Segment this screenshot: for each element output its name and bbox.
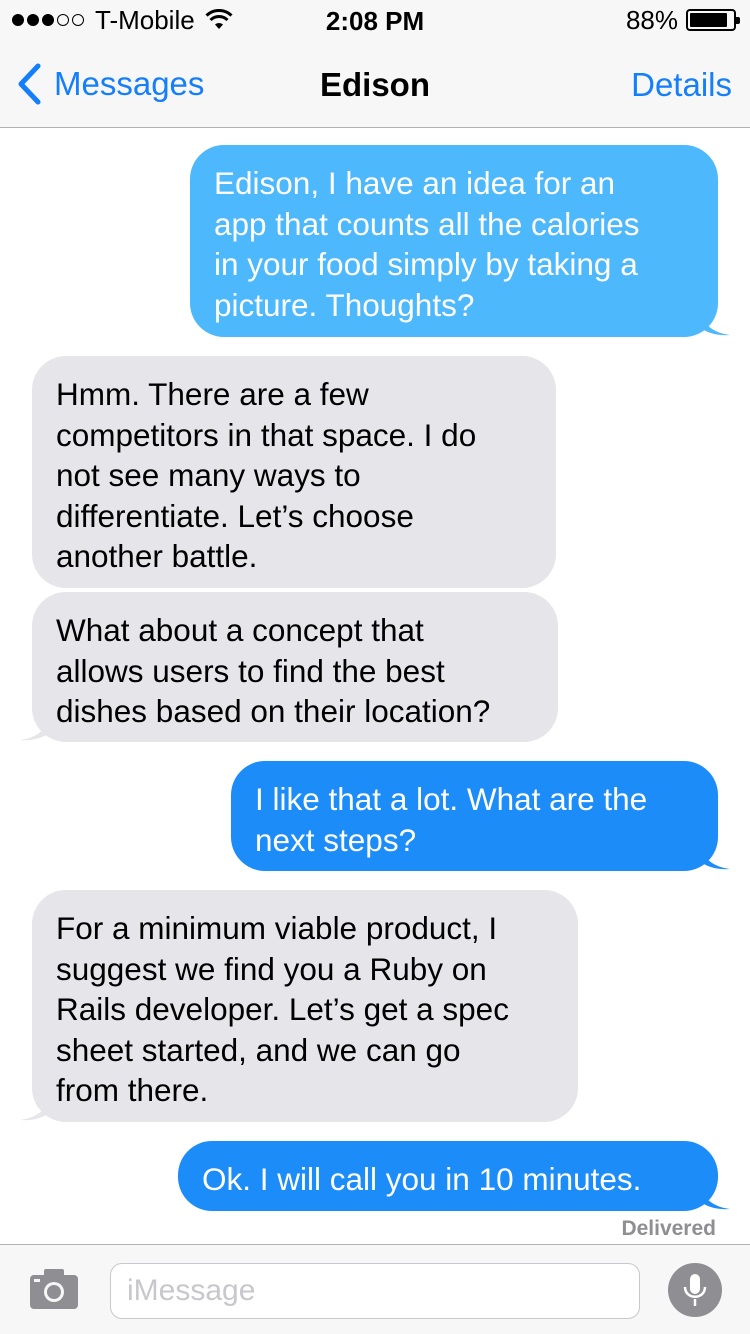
message-input[interactable]: [110, 1263, 640, 1319]
navigation-bar: Messages Edison Details: [0, 40, 750, 128]
battery-fill: [690, 13, 727, 27]
battery-tip: [736, 17, 740, 24]
message-input-bar: [0, 1244, 750, 1334]
delivered-status: Delivered: [621, 1217, 716, 1240]
bubble-tail: [700, 843, 730, 870]
details-button[interactable]: Details: [631, 66, 732, 104]
battery-icon: [686, 9, 740, 31]
status-bar: T-Mobile 2:08 PM 88%: [0, 0, 750, 40]
message-text: Ok. I will call you in 10 minutes.: [202, 1161, 642, 1197]
message-bubble-outgoing[interactable]: Ok. I will call you in 10 minutes.: [178, 1141, 730, 1211]
message-text: I like that a lot. What are the next ste…: [255, 781, 648, 858]
microphone-button[interactable]: [668, 1263, 722, 1317]
message-bubble-incoming[interactable]: Hmm. There are a few competitors in that…: [32, 356, 556, 588]
message-text: For a minimum viable product, I suggest …: [56, 910, 509, 1108]
bubble-tail: [20, 714, 50, 741]
message-text: Edison, I have an idea for an app that c…: [214, 165, 640, 323]
camera-icon[interactable]: [28, 1267, 80, 1311]
message-bubble-outgoing[interactable]: Edison, I have an idea for an app that c…: [190, 145, 730, 337]
message-bubble-incoming[interactable]: For a minimum viable product, I suggest …: [20, 890, 578, 1122]
bubble-tail: [700, 309, 730, 336]
back-button[interactable]: Messages: [16, 62, 204, 106]
back-label: Messages: [54, 65, 205, 102]
battery-percent: 88%: [625, 4, 678, 35]
message-text: Hmm. There are a few competitors in that…: [56, 376, 477, 574]
chevron-left-icon: [18, 63, 41, 105]
status-right: 88%: [625, 4, 740, 35]
message-bubble-outgoing[interactable]: I like that a lot. What are the next ste…: [231, 761, 730, 871]
message-thread[interactable]: Edison, I have an idea for an app that c…: [0, 128, 750, 1244]
bubble-tail: [700, 1183, 730, 1210]
conversation-title[interactable]: Edison: [320, 66, 430, 103]
bubble-tail: [20, 1094, 50, 1121]
message-bubble-incoming[interactable]: What about a concept that allows users t…: [20, 592, 558, 742]
microphone-icon: [683, 1274, 707, 1306]
message-text: What about a concept that allows users t…: [56, 612, 491, 729]
